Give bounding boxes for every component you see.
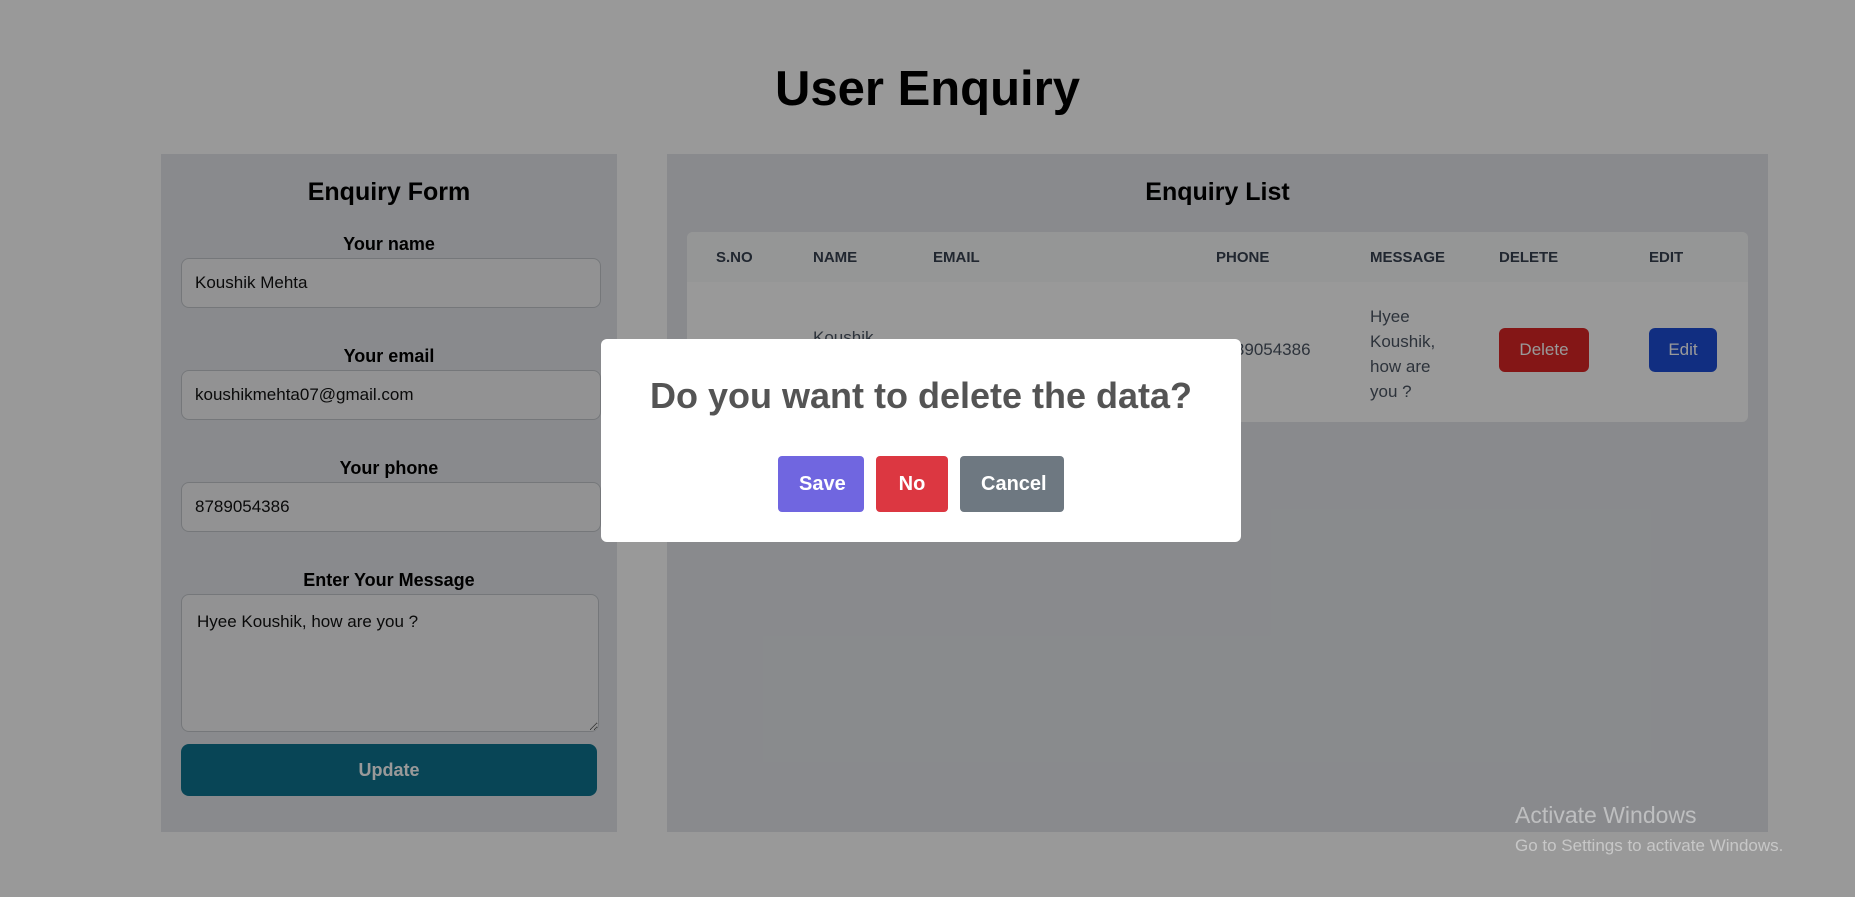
cancel-button[interactable]: Cancel [960,456,1064,512]
dialog-actions: Save No Cancel [601,456,1241,512]
confirm-delete-dialog: Do you want to delete the data? Save No … [601,339,1241,542]
save-button[interactable]: Save [778,456,864,512]
dialog-title: Do you want to delete the data? [649,375,1193,416]
no-button[interactable]: No [876,456,948,512]
activate-windows-subtitle: Go to Settings to activate Windows. [1515,836,1784,855]
activate-windows-title: Activate Windows [1515,802,1697,828]
